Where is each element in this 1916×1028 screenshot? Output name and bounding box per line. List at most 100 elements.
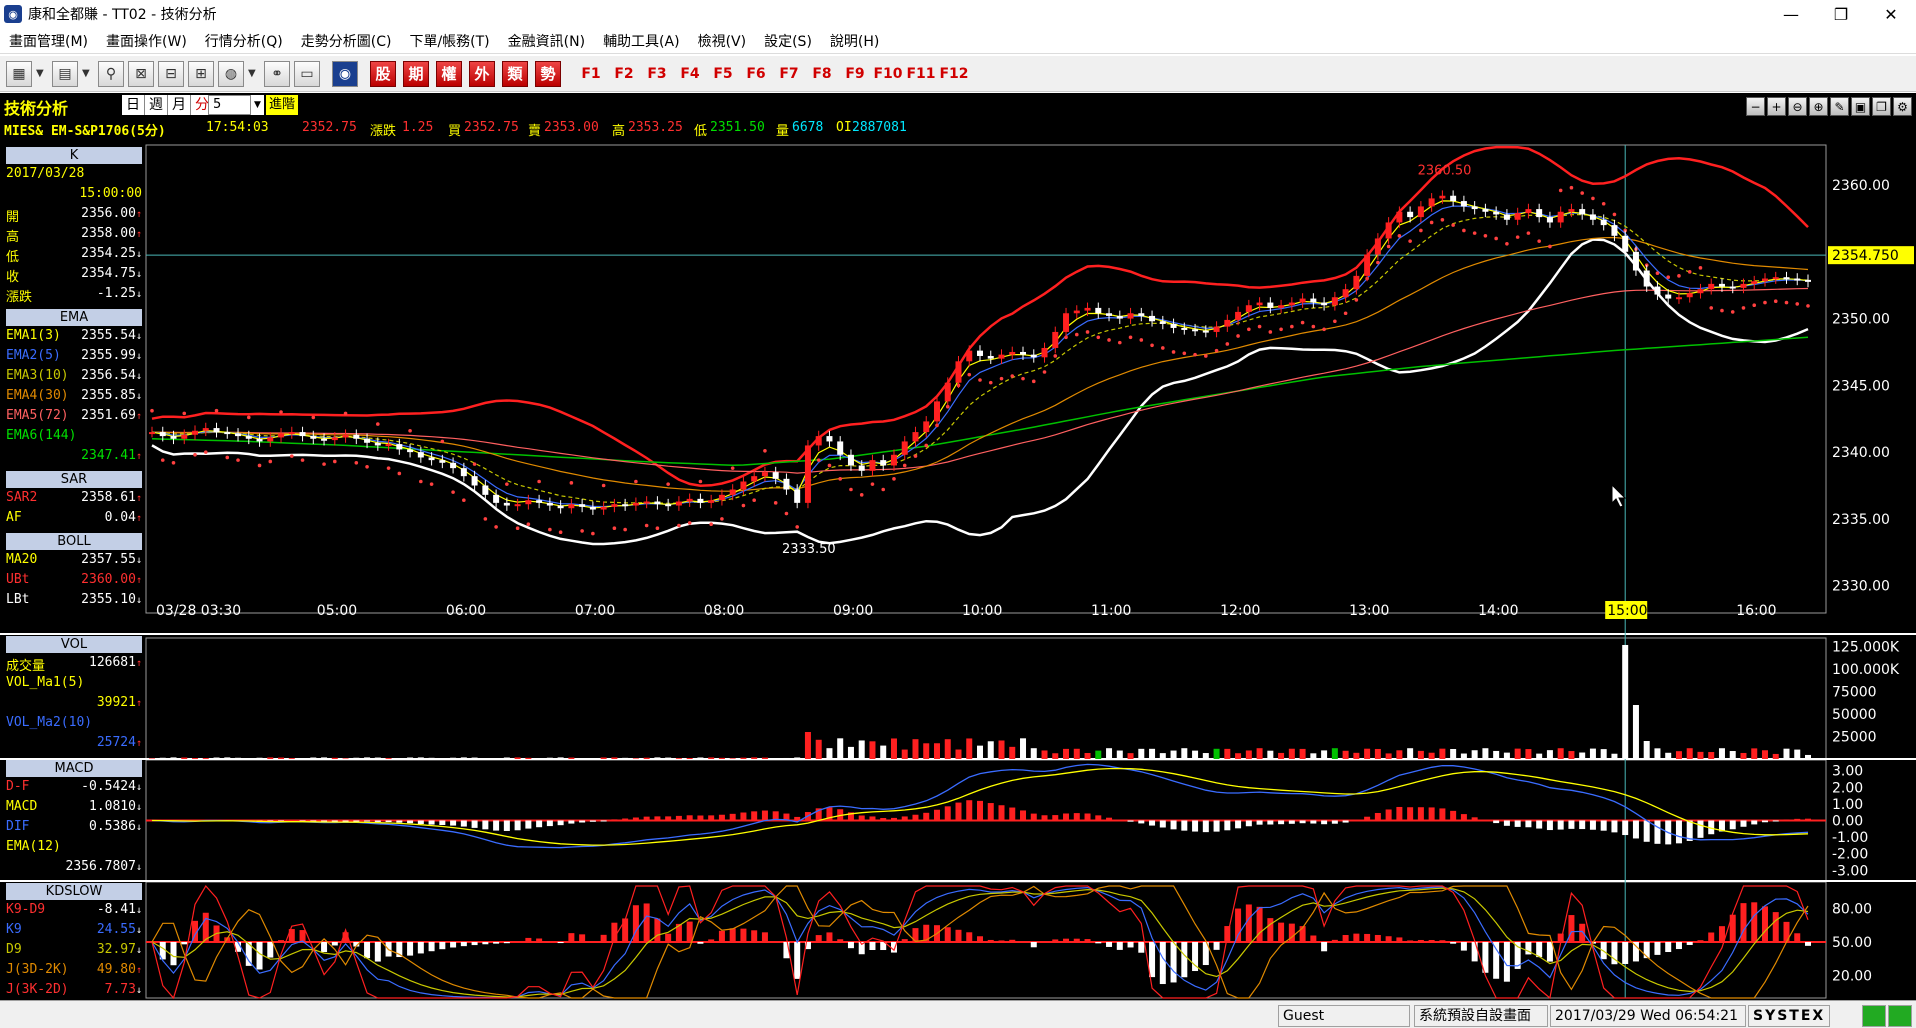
search-icon[interactable]: ⚲: [98, 60, 124, 87]
close-button[interactable]: ✕: [1866, 0, 1916, 28]
volume-bar: [1213, 748, 1220, 759]
stock-button[interactable]: 股: [370, 60, 396, 87]
close-window-icon[interactable]: ⊠: [128, 60, 154, 87]
sar-dot: [763, 448, 767, 453]
volume-bar: [751, 757, 758, 759]
chevron-down-icon[interactable]: ▼: [36, 68, 46, 79]
monitor-icon[interactable]: ▭: [294, 60, 320, 87]
sar-dot: [978, 378, 982, 382]
volume-bar: [546, 757, 553, 759]
kd-histogram-bar: [686, 921, 693, 942]
kd-histogram-bar: [729, 928, 736, 942]
sar-dot: [182, 411, 187, 416]
kd-histogram-bar: [589, 941, 596, 943]
menu-financial-info[interactable]: 金融資訊(N): [499, 31, 594, 51]
kd-histogram-bar: [546, 941, 553, 943]
chevron-down-icon[interactable]: ▼: [82, 68, 92, 79]
macd-histogram-bar: [761, 810, 768, 821]
f2-button[interactable]: F2: [609, 61, 639, 87]
f6-button[interactable]: F6: [741, 61, 771, 87]
menu-screen-management[interactable]: 畫面管理(M): [0, 31, 97, 51]
candle-body: [1213, 326, 1220, 332]
volume-bar: [1675, 751, 1682, 759]
kd-histogram-bar: [1450, 942, 1457, 944]
category-button[interactable]: 類: [502, 60, 528, 87]
candle-body: [708, 500, 715, 503]
volume-bar: [643, 757, 650, 759]
server-icon: [1888, 1005, 1912, 1027]
f7-button[interactable]: F7: [774, 61, 804, 87]
candle-body: [675, 501, 682, 506]
kd-histogram-bar: [1622, 942, 1629, 964]
macd-histogram-bar: [374, 820, 381, 822]
f9-button[interactable]: F9: [840, 61, 870, 87]
low-price-label: 2333.50: [782, 542, 836, 557]
candle-body: [665, 504, 672, 507]
layout-status[interactable]: 系統預設自設畫面: [1414, 1005, 1548, 1027]
boll-lower-line: [151, 238, 1809, 546]
candle-body: [1353, 275, 1360, 290]
f11-button[interactable]: F11: [906, 61, 936, 87]
volume-bar: [1471, 750, 1478, 759]
candle-body: [1192, 329, 1199, 332]
volume-bar: [557, 757, 564, 759]
minimize-button[interactable]: —: [1766, 0, 1816, 28]
layout-icon[interactable]: ▦: [6, 60, 32, 87]
candle-body: [815, 436, 822, 446]
volume-bar: [1063, 748, 1070, 759]
sar-dot: [1709, 306, 1714, 310]
f12-button[interactable]: F12: [939, 61, 969, 87]
sar-dot: [548, 527, 552, 532]
menu-settings[interactable]: 設定(S): [755, 31, 821, 51]
f4-button[interactable]: F4: [675, 61, 705, 87]
macd-histogram-bar: [880, 818, 887, 821]
f8-button[interactable]: F8: [807, 61, 837, 87]
chart-canvas[interactable]: 2360.002355.002350.002345.002340.002335.…: [0, 93, 1916, 1000]
menu-trend-chart[interactable]: 走勢分析圖(C): [292, 31, 401, 51]
candle-body: [1568, 209, 1575, 212]
sar-dot: [1257, 324, 1262, 329]
volume-bar: [267, 757, 274, 759]
f3-button[interactable]: F3: [642, 61, 672, 87]
macd-histogram-bar: [536, 820, 543, 828]
volume-bar: [589, 758, 596, 759]
menu-view[interactable]: 檢視(V): [689, 31, 756, 51]
foreign-button[interactable]: 外: [469, 60, 495, 87]
options-button[interactable]: 權: [436, 60, 462, 87]
save-layout-icon[interactable]: ▤: [52, 60, 78, 87]
volume-bar: [1299, 748, 1306, 759]
systex-logo-icon[interactable]: ◉: [332, 60, 358, 87]
macd-histogram-bar: [1600, 820, 1607, 831]
sar-dot: [1279, 327, 1283, 332]
pane-border: [145, 144, 1827, 614]
candle-body: [342, 434, 349, 438]
trend-button[interactable]: 勢: [535, 60, 561, 87]
restore-button[interactable]: ❐: [1816, 0, 1866, 28]
split-icon[interactable]: ⊞: [188, 60, 214, 87]
volume-bar: [1138, 748, 1145, 759]
kd-histogram-bar: [1353, 933, 1360, 942]
tile-icon[interactable]: ⊟: [158, 60, 184, 87]
menu-quote-analysis[interactable]: 行情分析(Q): [196, 31, 292, 51]
menu-help[interactable]: 說明(H): [821, 31, 888, 51]
f1-button[interactable]: F1: [576, 61, 606, 87]
sar-dot: [225, 455, 230, 460]
candle-body: [1181, 327, 1188, 330]
volume-bar: [1493, 750, 1500, 759]
menu-order-account[interactable]: 下單/帳務(T): [400, 31, 498, 51]
candle-body: [181, 434, 188, 439]
candle-body: [385, 444, 392, 447]
candle-body: [1288, 302, 1295, 306]
f10-button[interactable]: F10: [873, 61, 903, 87]
macd-histogram-bar: [1729, 820, 1736, 830]
sar-dot: [1117, 340, 1122, 345]
menu-tools[interactable]: 輔助工具(A): [594, 31, 689, 51]
kd-histogram-bar: [1396, 937, 1403, 942]
link-icon[interactable]: ⚭: [264, 60, 290, 87]
f5-button[interactable]: F5: [708, 61, 738, 87]
futures-button[interactable]: 期: [403, 60, 429, 87]
sar-dot: [601, 483, 606, 488]
globe-icon[interactable]: ◍: [218, 60, 244, 87]
menu-screen-operation[interactable]: 畫面操作(W): [97, 31, 196, 51]
chevron-down-icon[interactable]: ▼: [248, 68, 258, 79]
